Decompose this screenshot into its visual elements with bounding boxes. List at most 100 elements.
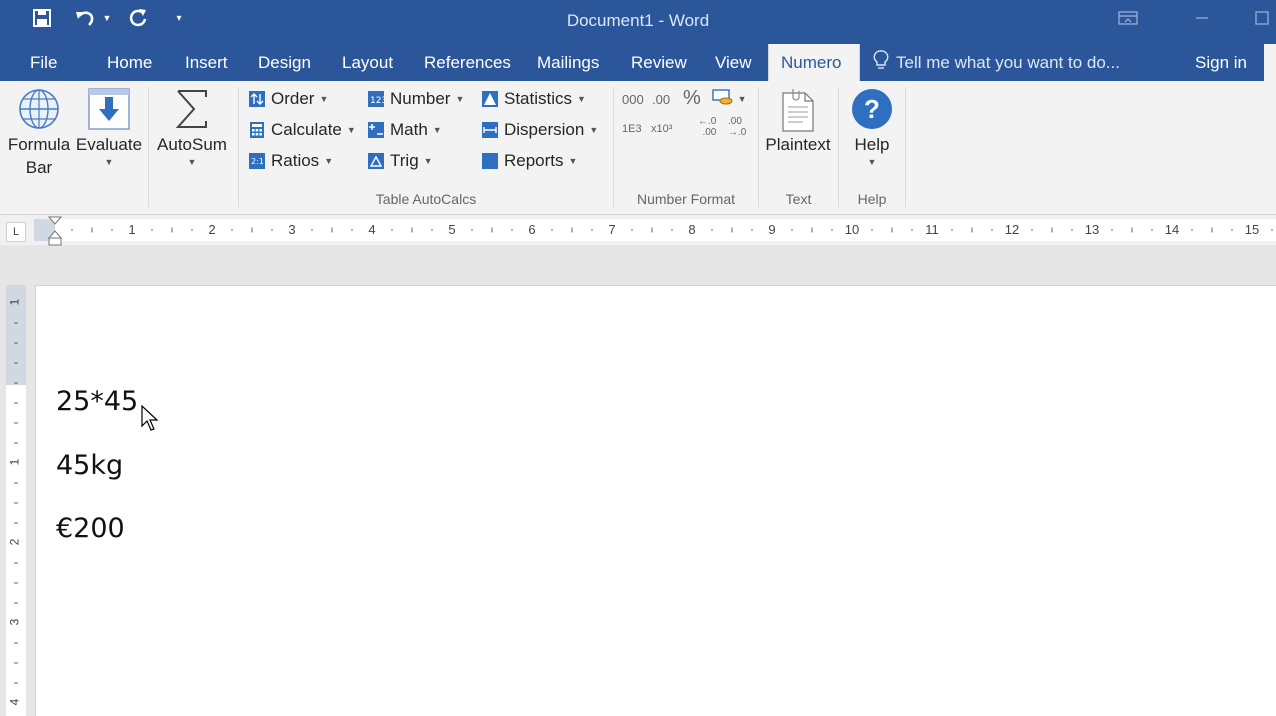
tab-design[interactable]: Design xyxy=(258,44,311,81)
tab-layout[interactable]: Layout xyxy=(342,44,393,81)
document-line-1[interactable]: 25*45 xyxy=(56,386,138,417)
group-separator xyxy=(905,87,906,207)
group-label-text: Text xyxy=(785,191,812,207)
autosum-button[interactable]: AutoSum ▼ xyxy=(153,87,231,168)
tab-references[interactable]: References xyxy=(424,44,511,81)
group-label-help: Help xyxy=(857,191,887,207)
reports-dropdown-icon: ▼ xyxy=(568,156,578,166)
ratios-icon: 2:1 xyxy=(248,152,266,170)
vertical-ruler[interactable]: 1 1 2 3 4 xyxy=(6,285,26,716)
decimals-button[interactable]: .00 xyxy=(652,92,670,107)
number-icon: 123 xyxy=(367,90,387,108)
ruler-number: 13 xyxy=(1084,222,1100,237)
order-button[interactable]: Order ▼ xyxy=(248,86,328,112)
statistics-dropdown-icon: ▼ xyxy=(577,94,586,104)
document-page[interactable]: 25*45 45kg €200 xyxy=(35,285,1276,716)
save-icon[interactable] xyxy=(28,4,56,32)
increase-decimal-button[interactable]: .00 →.0 xyxy=(728,116,746,138)
group-separator xyxy=(613,87,614,207)
dispersion-button[interactable]: Dispersion ▼ xyxy=(481,117,598,143)
number-button[interactable]: 123 Number ▼ xyxy=(367,86,464,112)
ruler-number: 1 xyxy=(128,222,136,237)
ruler-number: 14 xyxy=(1164,222,1180,237)
number-label: Number xyxy=(390,89,451,108)
trig-button[interactable]: Trig ▼ xyxy=(367,148,433,174)
ratios-button[interactable]: 2:1 Ratios ▼ xyxy=(248,148,333,174)
statistics-icon xyxy=(481,90,499,108)
percent-button[interactable]: % xyxy=(683,87,701,110)
plaintext-label: Plaintext xyxy=(765,135,831,154)
horizontal-ruler[interactable]: 1 2 3 4 5 6 7 8 9 10 11 12 13 14 15 xyxy=(34,216,1276,246)
vertical-ruler-number: 4 xyxy=(7,698,22,706)
ruler-number: 8 xyxy=(688,222,696,237)
tab-file[interactable]: File xyxy=(30,44,57,81)
share-button-edge[interactable] xyxy=(1264,44,1276,81)
maximize-icon[interactable] xyxy=(1248,4,1276,32)
evaluate-button[interactable]: Evaluate ▼ xyxy=(75,87,143,168)
thousands-separator-button[interactable]: 000 xyxy=(622,92,644,107)
ribbon: Formula Bar Evaluate ▼ AutoSum ▼ Order ▼ … xyxy=(0,81,1276,215)
sort-order-icon xyxy=(248,90,266,108)
redo-icon[interactable] xyxy=(124,4,152,32)
trig-label: Trig xyxy=(390,151,419,170)
calculate-button[interactable]: Calculate ▼ xyxy=(248,117,356,143)
increase-decimal-top: .00 xyxy=(728,116,742,127)
help-button[interactable]: ? Help ▼ xyxy=(842,87,902,168)
reports-icon xyxy=(481,152,499,170)
increase-decimal-arrow-icon: → xyxy=(728,127,738,138)
tab-mailings[interactable]: Mailings xyxy=(537,44,599,81)
autosum-label: AutoSum xyxy=(157,135,227,154)
formula-bar-label-2: Bar xyxy=(25,158,53,177)
group-separator xyxy=(238,87,239,207)
tab-insert[interactable]: Insert xyxy=(185,44,228,81)
statistics-button[interactable]: Statistics ▼ xyxy=(481,86,586,112)
vertical-ruler-number: 1 xyxy=(7,298,22,306)
vertical-ruler-ticks xyxy=(14,322,18,684)
undo-dropdown-icon[interactable]: ▼ xyxy=(100,4,114,32)
help-dropdown-icon: ▼ xyxy=(867,157,877,167)
tab-view[interactable]: View xyxy=(715,44,752,81)
scientific-format-button[interactable]: 1E3 xyxy=(622,123,642,135)
decrease-decimal-button[interactable]: ←.0 .00 xyxy=(698,116,716,138)
tab-review[interactable]: Review xyxy=(631,44,687,81)
customize-icon[interactable]: ▾ xyxy=(168,4,190,32)
tab-home[interactable]: Home xyxy=(107,44,152,81)
currency-icon xyxy=(712,88,734,109)
document-line-3[interactable]: €200 xyxy=(56,513,125,544)
currency-format-button[interactable]: ▼ xyxy=(712,88,747,109)
sign-in-link[interactable]: Sign in xyxy=(1195,44,1247,81)
lightbulb-icon xyxy=(873,50,889,75)
reports-label: Reports xyxy=(504,151,564,170)
vertical-ruler-number: 2 xyxy=(7,538,22,546)
reports-button[interactable]: Reports ▼ xyxy=(481,148,577,174)
sigma-icon xyxy=(153,87,231,133)
indent-marker-icon[interactable] xyxy=(47,216,63,251)
ruler-number: 11 xyxy=(925,222,939,237)
formula-bar-label-1: Formula xyxy=(7,135,71,154)
undo-icon[interactable] xyxy=(72,4,98,32)
ratios-dropdown-icon: ▼ xyxy=(324,156,334,166)
power-format-button[interactable]: x10³ xyxy=(651,123,672,135)
ruler-number: 15 xyxy=(1244,222,1260,237)
tab-numero[interactable]: Numero xyxy=(768,44,860,81)
decrease-decimal-arrow-icon: ← xyxy=(698,116,708,127)
calculate-dropdown-icon: ▼ xyxy=(346,125,356,135)
tab-selector[interactable]: L xyxy=(6,222,26,242)
formula-bar-button[interactable]: Formula Bar xyxy=(5,87,73,179)
math-operators-icon xyxy=(367,121,385,139)
statistics-label: Statistics xyxy=(504,89,573,108)
svg-text:123: 123 xyxy=(370,96,385,106)
group-label-table-autocalcs: Table AutoCalcs xyxy=(375,191,477,207)
currency-dropdown-icon: ▼ xyxy=(737,93,747,104)
tell-me-search[interactable]: Tell me what you want to do... xyxy=(873,44,1120,81)
math-button[interactable]: Math ▼ xyxy=(367,117,442,143)
ribbon-display-icon[interactable] xyxy=(1108,4,1148,32)
minimize-icon[interactable] xyxy=(1182,4,1222,32)
order-label: Order xyxy=(271,89,315,108)
tell-me-placeholder: Tell me what you want to do... xyxy=(896,52,1120,72)
decrease-decimal-top: .0 xyxy=(708,116,717,127)
math-label: Math xyxy=(390,120,428,139)
ruler-number: 4 xyxy=(368,222,376,237)
plaintext-button[interactable]: Plaintext xyxy=(762,87,834,156)
document-line-2[interactable]: 45kg xyxy=(56,450,123,481)
